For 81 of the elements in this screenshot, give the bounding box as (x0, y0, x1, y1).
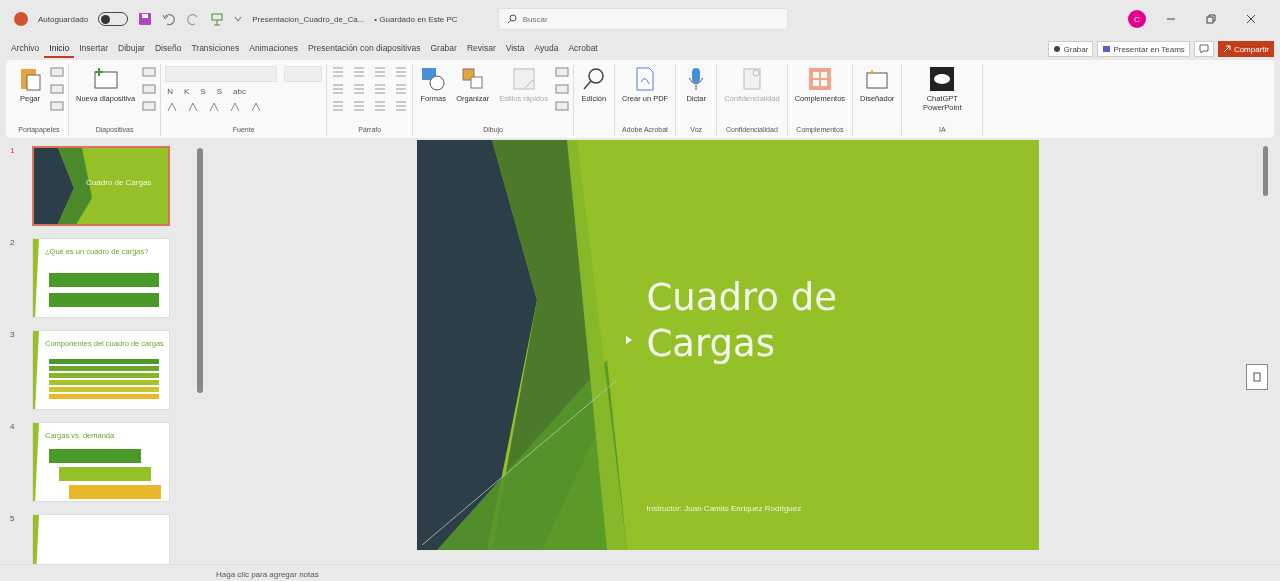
paragraph-tool-icon (394, 100, 409, 112)
presentation-icon (210, 12, 225, 26)
format-button[interactable]: abc (231, 87, 248, 96)
paragraph-tool-icon (373, 100, 388, 112)
paragraph-tool-icon (352, 100, 367, 112)
note-icon (1253, 372, 1261, 382)
slide-number: 5 (10, 514, 16, 525)
slide-title: Cuadro de Cargas (646, 275, 838, 367)
paragraph-tool-icon (352, 66, 367, 78)
notes-placeholder[interactable]: Haga clic para agregar notas (216, 569, 319, 579)
slide-subtitle: Instructor: Juan Camilo Enriquez Rodriguez (646, 504, 802, 513)
bullet-icon (624, 335, 633, 345)
autosave-label: Autoguardado (38, 14, 89, 24)
clipboard-tool-icon (50, 83, 64, 95)
ribbon-tab[interactable]: Archivo (6, 40, 45, 58)
dropdown-icon (234, 15, 243, 23)
layout-icon (142, 66, 157, 78)
app-logo-icon (14, 12, 28, 26)
layout-icon (142, 83, 157, 95)
arrange-icon (459, 66, 486, 92)
save-status: • Guardado en Este PC (374, 14, 458, 24)
ribbon-tab[interactable]: Animaciones (244, 40, 303, 58)
shapes-icon (420, 66, 447, 92)
drawing-tool-icon (554, 83, 569, 95)
ribbon-tab[interactable]: Presentación con diapositivas (302, 40, 426, 58)
user-avatar[interactable]: C (1128, 10, 1146, 28)
ribbon-tab[interactable]: Inicio (44, 40, 75, 58)
teams-button[interactable]: Presentar en Teams (1097, 41, 1190, 57)
paragraph-tool-icon (373, 66, 388, 78)
restore-icon[interactable] (1205, 14, 1217, 24)
new-slide-icon (92, 66, 119, 92)
layout-icon (142, 100, 157, 112)
comment-icon (1198, 44, 1209, 54)
ribbon-tab[interactable]: Ayuda (529, 40, 564, 58)
paragraph-tool-icon (331, 66, 346, 78)
paragraph-tool-icon (331, 83, 346, 95)
paragraph-tool-icon (352, 83, 367, 95)
slide-number: 3 (10, 330, 16, 341)
drawing-tool-icon (554, 66, 569, 78)
search-icon (506, 14, 517, 24)
ribbon-tab[interactable]: Diseño (149, 40, 187, 58)
record-icon (1052, 45, 1061, 53)
ribbon-tab[interactable]: Vista (500, 40, 530, 58)
drawing-tool-icon (554, 100, 569, 112)
slide-number: 1 (10, 146, 16, 157)
ribbon-tab[interactable]: Grabar (425, 40, 462, 58)
ribbon-tab[interactable]: Transiciones (186, 40, 245, 58)
clipboard-tool-icon (50, 100, 64, 112)
paragraph-tool-icon (394, 66, 409, 78)
scrollbar[interactable] (1262, 146, 1268, 196)
paragraph-tool-icon (394, 83, 409, 95)
ribbon-tab[interactable]: Acrobat (563, 40, 603, 58)
file-name: Presentacion_Cuadro_de_Ca... (252, 14, 365, 24)
slide-number: 4 (10, 422, 16, 433)
search-icon (580, 66, 607, 92)
undo-icon (162, 12, 177, 26)
clipboard-tool-icon (50, 66, 64, 78)
format-button[interactable]: K (182, 87, 192, 96)
close-icon[interactable] (1245, 14, 1257, 24)
format-button[interactable]: N (165, 87, 175, 96)
paragraph-tool-icon (373, 83, 388, 95)
notes-button[interactable] (1246, 364, 1268, 390)
format-button[interactable]: S (214, 87, 224, 96)
chatbot-icon (929, 66, 956, 92)
comments-button[interactable] (1193, 41, 1214, 57)
record-button[interactable]: Grabar (1047, 41, 1094, 57)
search-field[interactable]: Buscar (497, 8, 788, 30)
share-button[interactable]: Compartir (1217, 41, 1274, 57)
grid-icon (806, 66, 833, 92)
scrollbar[interactable] (197, 148, 203, 393)
slide-number: 2 (10, 238, 16, 249)
ribbon-tab[interactable]: Revisar (461, 40, 501, 58)
format-button[interactable]: S (198, 87, 208, 96)
share-icon (1222, 45, 1231, 53)
ribbon-tab[interactable]: Insertar (74, 40, 113, 58)
ribbon-tab[interactable]: Dibujar (113, 40, 150, 58)
teams-icon (1102, 45, 1111, 53)
save-icon (138, 12, 153, 26)
thumbnail-title: Cuadro de Cargas (86, 178, 152, 187)
thumbnail-art-drawing (33, 515, 39, 564)
paragraph-tool-icon (331, 100, 346, 112)
